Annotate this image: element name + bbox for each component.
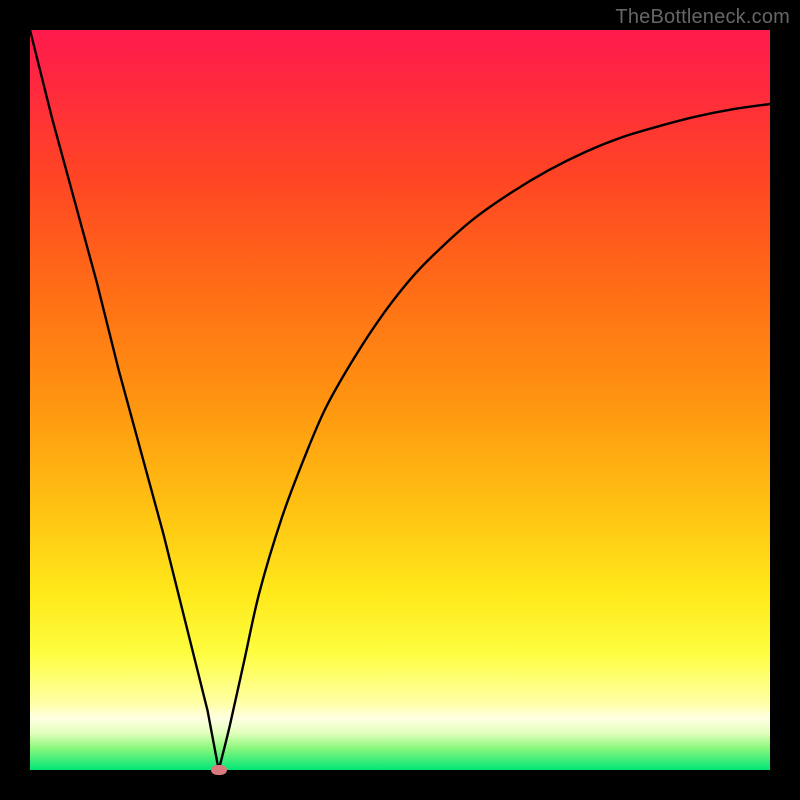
plot-area [30, 30, 770, 770]
bottleneck-curve [30, 30, 770, 770]
chart-frame: TheBottleneck.com [0, 0, 800, 800]
curve-path [30, 30, 770, 770]
optimal-marker [211, 765, 227, 775]
watermark-text: TheBottleneck.com [615, 6, 790, 29]
